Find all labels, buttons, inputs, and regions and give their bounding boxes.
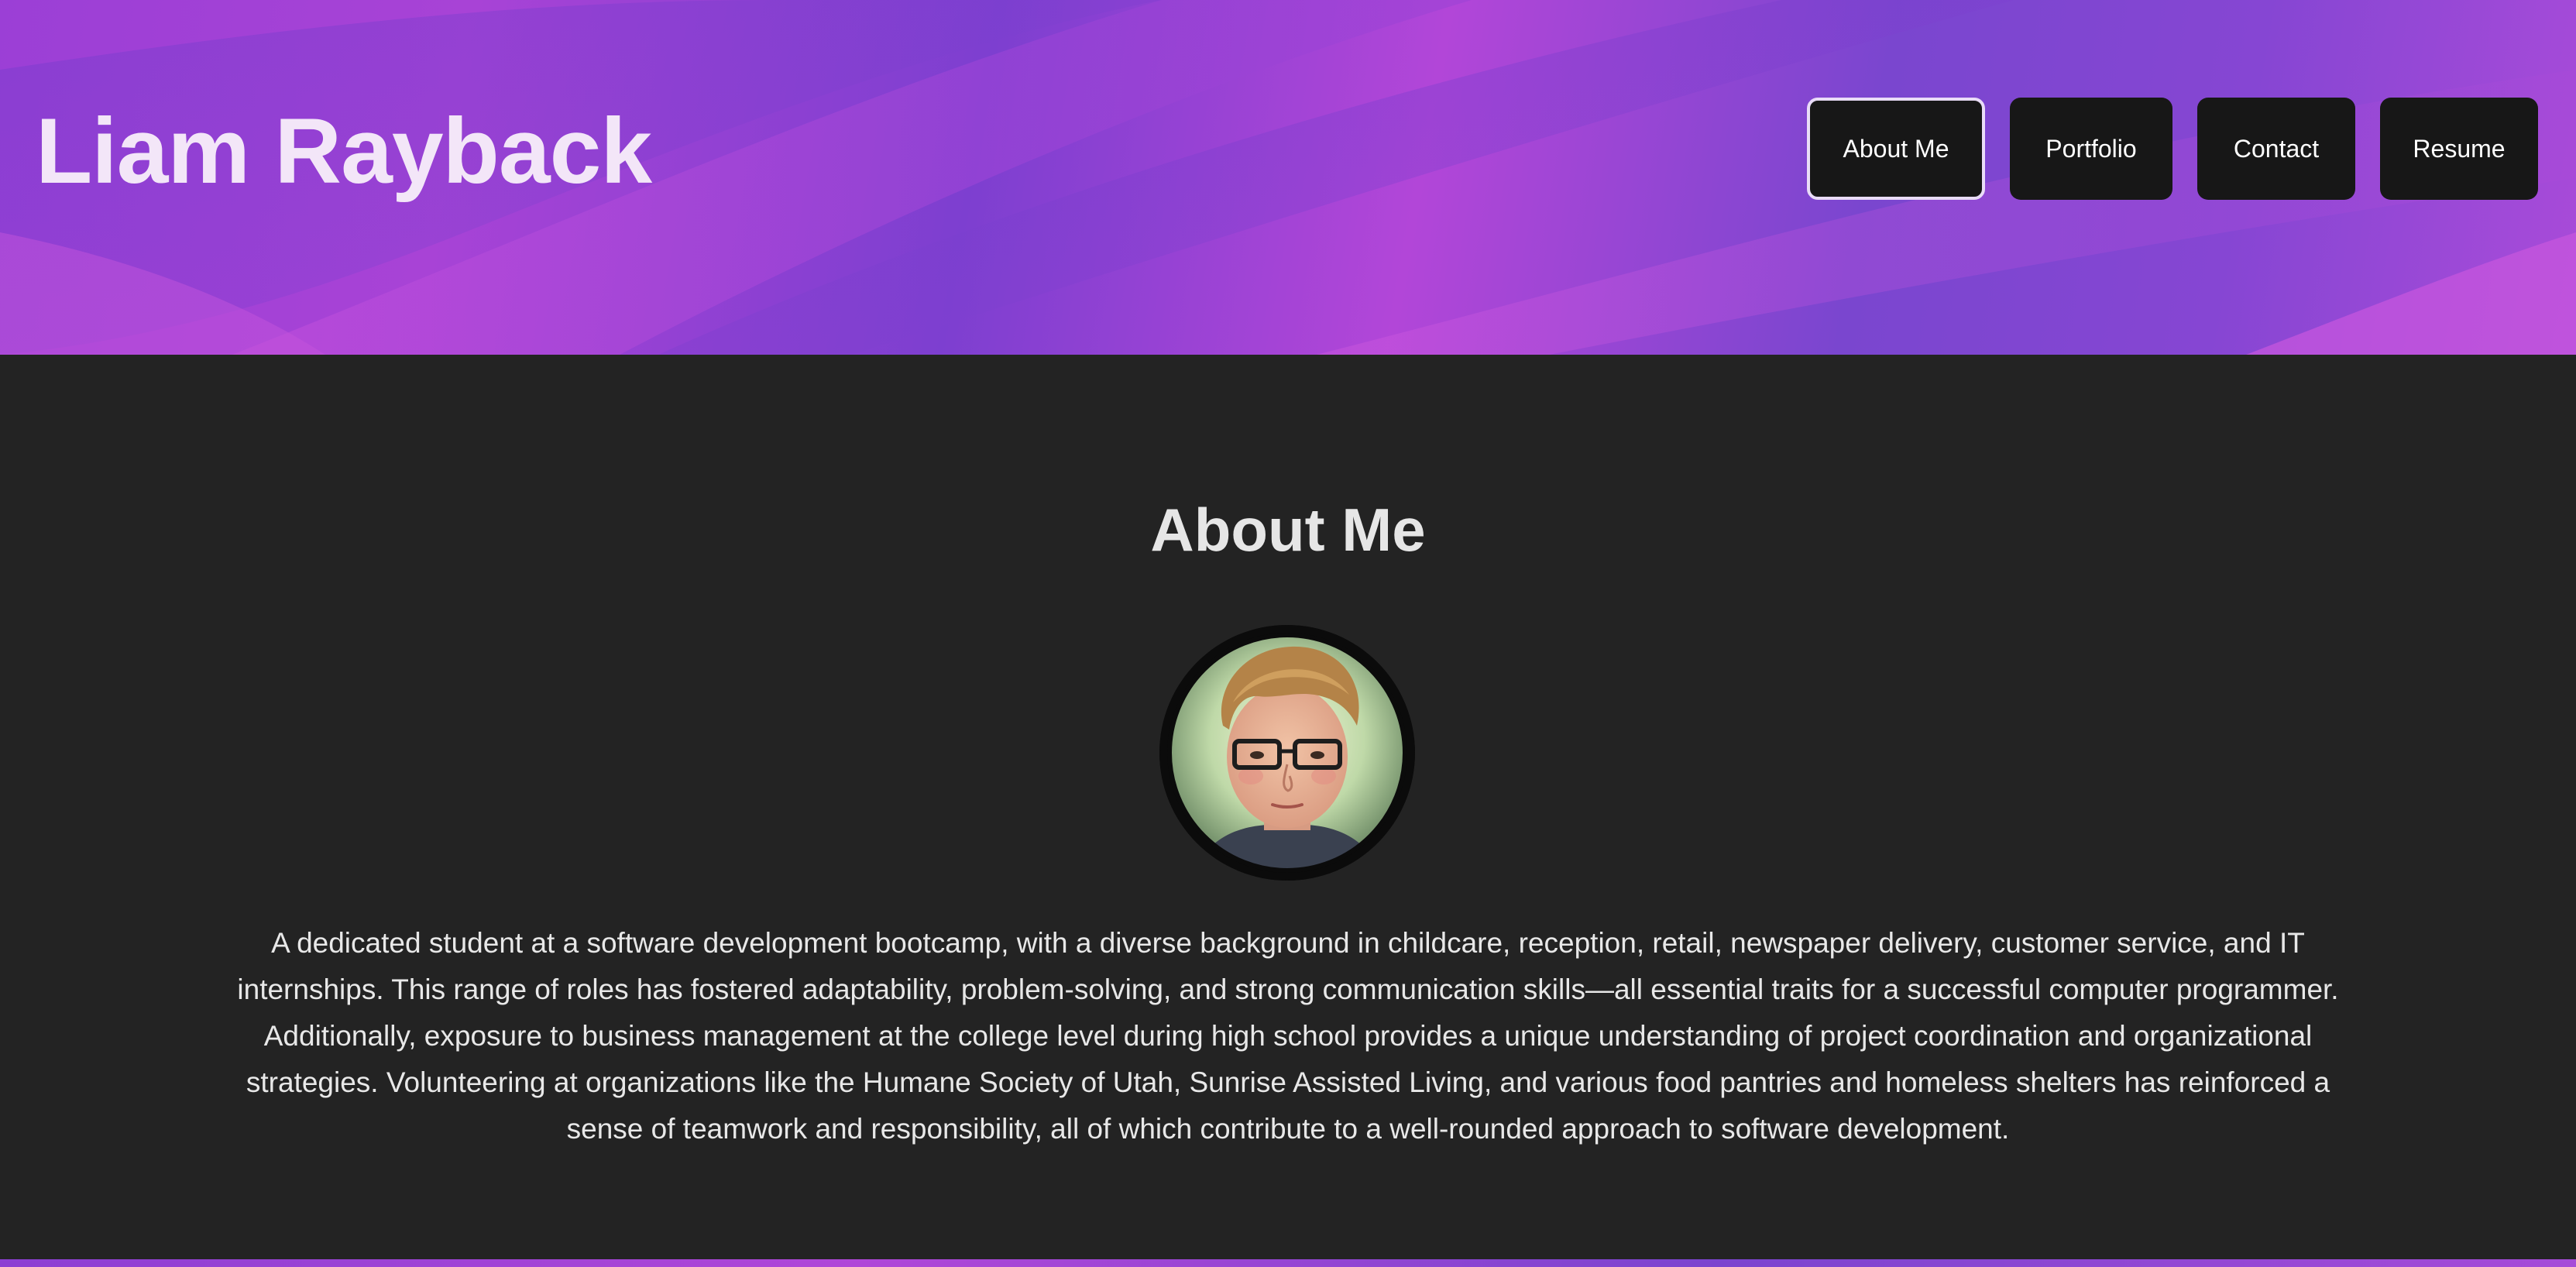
profile-photo-icon — [1159, 625, 1415, 881]
main-nav: About Me Portfolio Contact Resume — [1807, 98, 2538, 200]
bottom-accent-stripe — [0, 1259, 2576, 1267]
site-header: Liam Rayback About Me Portfolio Contact … — [0, 0, 2576, 355]
avatar — [1159, 625, 1415, 881]
section-heading: About Me — [1150, 496, 1426, 564]
nav-contact-button[interactable]: Contact — [2197, 98, 2355, 200]
page: Liam Rayback About Me Portfolio Contact … — [0, 0, 2576, 1267]
nav-about-me-button[interactable]: About Me — [1807, 98, 1985, 200]
about-section: About Me A dedicated student at a softwa… — [0, 355, 2576, 1259]
bio-text: A dedicated student at a software develo… — [237, 927, 2339, 1145]
site-title: Liam Rayback — [36, 99, 652, 203]
nav-portfolio-button[interactable]: Portfolio — [2010, 98, 2172, 200]
nav-resume-button[interactable]: Resume — [2380, 98, 2538, 200]
